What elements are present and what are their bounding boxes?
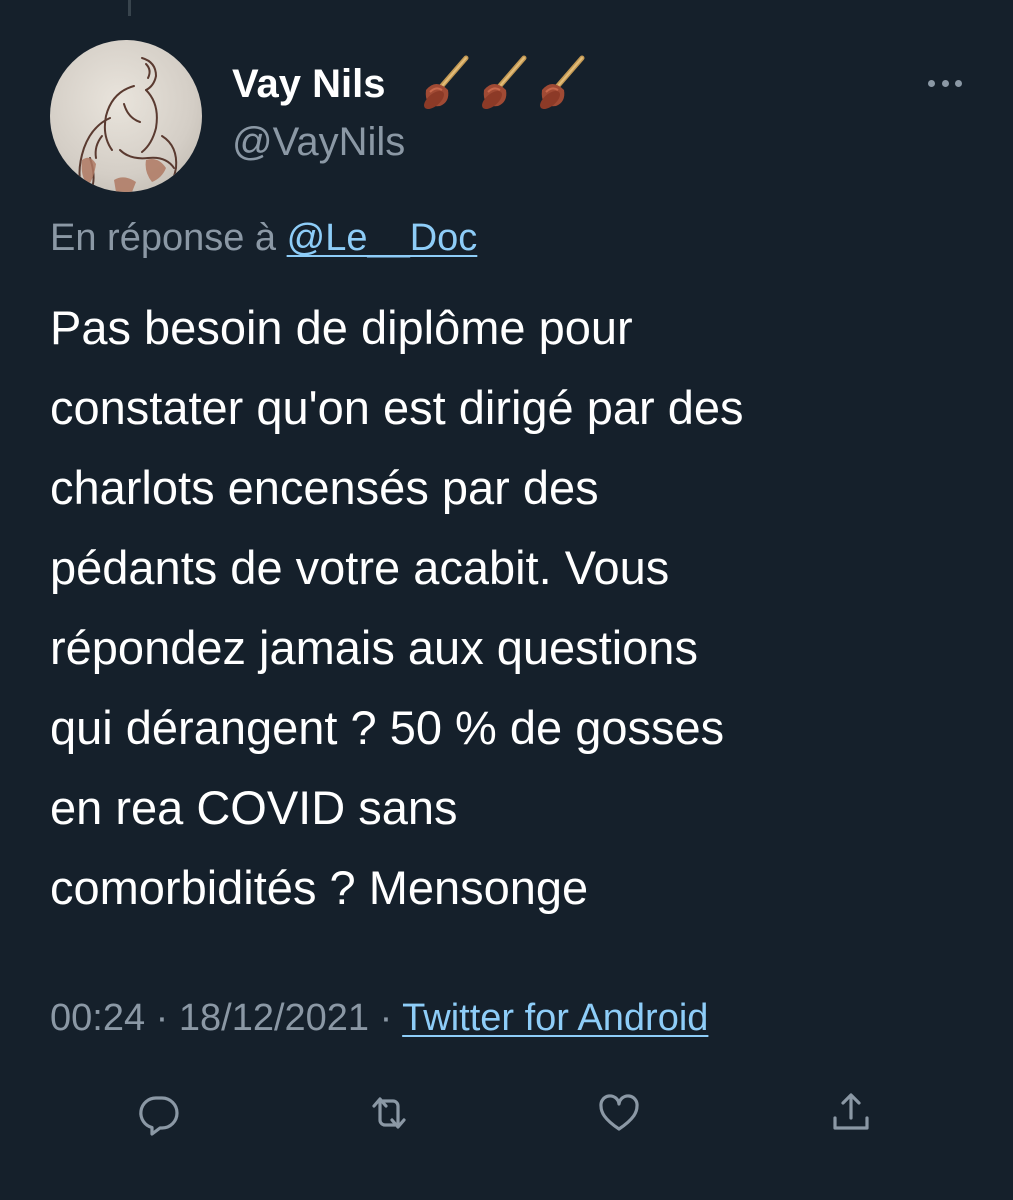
author-display-name[interactable]: Vay Nils: [232, 60, 385, 108]
more-dot: [928, 79, 935, 87]
plunger-emoji: [482, 55, 527, 109]
retweet-button[interactable]: [364, 1088, 414, 1138]
reply-prefix: En réponse à: [50, 217, 277, 259]
more-dot: [941, 79, 949, 87]
tweet-source-link[interactable]: Twitter for Android: [402, 997, 708, 1039]
like-button[interactable]: [594, 1088, 644, 1138]
reply-icon: [139, 1096, 179, 1136]
retweet-icon: [372, 1097, 406, 1129]
tweet-metadata: 00:24 · 18/12/2021 · Twitter for Android: [50, 994, 708, 1042]
like-icon: [599, 1094, 639, 1131]
more-dot: [955, 79, 962, 87]
meta-separator: ·: [379, 997, 393, 1039]
more-options-icon[interactable]: [928, 76, 962, 90]
reply-button[interactable]: [134, 1088, 184, 1138]
author-handle[interactable]: @VayNils: [232, 118, 405, 166]
avatar-sketch-image: [78, 57, 178, 192]
author-name-emojis: [420, 54, 588, 110]
share-icon: [833, 1093, 869, 1130]
reply-context: En réponse à @Le__Doc: [50, 214, 477, 262]
plunger-emoji: [540, 55, 585, 109]
tweet-date[interactable]: 18/12/2021: [179, 997, 369, 1039]
plunger-emoji: [424, 55, 469, 109]
avatar[interactable]: [50, 40, 202, 192]
thread-connector-line: [128, 0, 131, 16]
meta-separator: ·: [155, 997, 169, 1039]
tweet-text: Pas besoin de diplôme pour constater qu'…: [50, 301, 744, 914]
tweet-action-bar: [0, 1088, 1013, 1138]
reply-mention-link[interactable]: @Le__Doc: [287, 217, 478, 259]
tweet-time[interactable]: 00:24: [50, 997, 145, 1039]
share-button[interactable]: [826, 1088, 876, 1138]
